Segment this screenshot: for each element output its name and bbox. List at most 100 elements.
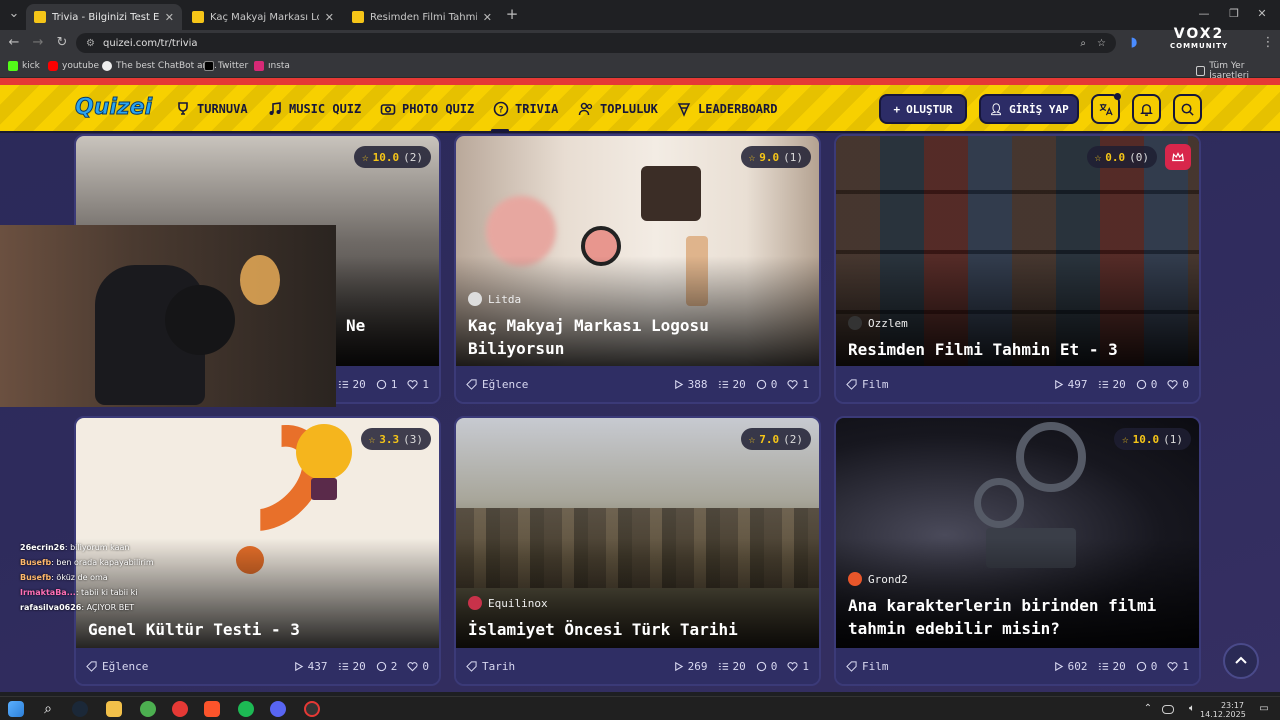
site-info-icon[interactable]: ⚙: [86, 38, 95, 49]
notification-center-icon[interactable]: ▭: [1256, 701, 1272, 717]
zoom-icon[interactable]: ⌕: [1080, 38, 1086, 49]
comment-icon: [1136, 661, 1146, 671]
chrome-icon[interactable]: [140, 701, 156, 717]
chat-user: rafasilva0626: [20, 603, 82, 612]
overlay-brand-sub: COMMUNITY: [1170, 42, 1229, 50]
volume-icon[interactable]: 🔈︎: [1184, 701, 1200, 717]
nav-turnuva[interactable]: TURNUVA: [175, 101, 248, 117]
quiz-title[interactable]: Ana karakterlerin birinden filmi tahmin …: [848, 594, 1188, 640]
author[interactable]: Litda: [468, 292, 521, 306]
forward-icon[interactable]: →: [30, 35, 46, 51]
login-button[interactable]: 👤︎ GİRİŞ YAP: [979, 94, 1079, 124]
network-icon[interactable]: [1162, 705, 1174, 714]
rating-badge: ☆ 0.0 (0): [1086, 146, 1157, 168]
comments-stat: 0: [756, 378, 777, 391]
author[interactable]: Grond2: [848, 572, 908, 586]
quiz-title[interactable]: İslamiyet Öncesi Türk Tarihi: [468, 618, 808, 641]
author[interactable]: Equilinox: [468, 596, 548, 610]
quiz-title[interactable]: Kaç Makyaj Markası Logosu Biliyorsun: [468, 314, 808, 360]
file-explorer-icon[interactable]: [106, 701, 122, 717]
search-icon[interactable]: ⌕: [40, 701, 56, 717]
tab-makyaj[interactable]: Kaç Makyaj Markası Logosu Bili ✕: [184, 4, 342, 30]
questions-count: 20: [1112, 659, 1126, 673]
bookmark-twitter[interactable]: Twitter: [204, 61, 248, 71]
category[interactable]: Eğlence: [86, 660, 283, 673]
category[interactable]: Film: [846, 378, 1043, 391]
nav-leaderboard[interactable]: LEADERBOARD: [676, 101, 777, 117]
extension-icon[interactable]: ◗: [1126, 35, 1142, 51]
quiz-card[interactable]: ☆ 9.0 (1) Litda Kaç Makyaj Markası Logosu …: [454, 134, 821, 404]
quiz-title[interactable]: Genel Kültür Testi - 3: [88, 618, 428, 641]
quiz-card[interactable]: ☆ 7.0 (2) Equilinox İslamiyet Öncesi Türk …: [454, 416, 821, 686]
author[interactable]: Ozzlem: [848, 316, 908, 330]
bookmarks-bar: kick youtube The best ChatBot an... Twit…: [0, 56, 1280, 81]
comments-count: 0: [1150, 659, 1158, 673]
plays-stat: 602: [1053, 660, 1088, 673]
minimize-icon[interactable]: —: [1196, 6, 1212, 22]
nav-topluluk[interactable]: TOPLULUK: [578, 101, 658, 117]
bookmark-star-icon[interactable]: ☆: [1097, 38, 1106, 49]
rating-value: 3.3: [379, 432, 400, 446]
nav-label: TRIVIA: [515, 102, 559, 116]
spotify-icon[interactable]: [238, 701, 254, 717]
close-icon[interactable]: ✕: [165, 11, 174, 24]
tab-search-icon[interactable]: ⌄: [6, 6, 22, 22]
create-button[interactable]: + OLUŞTUR: [879, 94, 967, 124]
nav-trivia[interactable]: ? TRIVIA: [493, 101, 558, 117]
rating-count: (2): [783, 432, 803, 446]
notifications-button[interactable]: [1132, 94, 1161, 124]
quiz-card[interactable]: ☆ 10.0 (1) Grond2 Ana karakterlerin birind…: [834, 416, 1201, 686]
bulb-shape: [296, 424, 352, 480]
search-button[interactable]: [1173, 94, 1202, 124]
tab-resimden[interactable]: Resimden Filmi Tahmin Et - 3 - ✕: [344, 4, 500, 30]
stream-chat: 26ecrin26: biliyorum kaan Busefb: ben or…: [20, 540, 154, 615]
windows-start-icon[interactable]: [8, 701, 24, 717]
bookmark-kick[interactable]: kick: [8, 61, 40, 71]
category[interactable]: Film: [846, 660, 1043, 673]
brave-icon[interactable]: [204, 701, 220, 717]
bulb-base-shape: [311, 478, 337, 500]
comments-stat: 0: [1136, 378, 1157, 391]
clock[interactable]: 23:17 14.12.2025: [1200, 701, 1246, 719]
menu-icon[interactable]: ⋮: [1260, 35, 1276, 51]
quiz-title[interactable]: Ne: [346, 314, 436, 337]
questions-stat: 20: [718, 660, 746, 673]
chat-message: Busefb: ben orada kapayabilirim: [20, 555, 154, 570]
new-tab-icon[interactable]: +: [504, 6, 520, 22]
nav-photo-quiz[interactable]: PHOTO QUIZ: [380, 101, 474, 117]
steam-icon[interactable]: [72, 701, 88, 717]
category[interactable]: Tarih: [466, 660, 663, 673]
scroll-to-top-button[interactable]: [1223, 643, 1259, 679]
close-icon[interactable]: ✕: [325, 11, 334, 24]
language-button[interactable]: [1091, 93, 1121, 124]
award-icon: [677, 103, 691, 117]
likes-stat: 1: [787, 660, 809, 673]
window-close-icon[interactable]: ✕: [1254, 6, 1270, 22]
nav-music-quiz[interactable]: MUSIC QUIZ: [267, 101, 361, 117]
back-icon[interactable]: ←: [6, 35, 22, 51]
media-player-icon[interactable]: [172, 701, 188, 717]
screen: ⌄ Trivia - Bilginizi Test Edin - Quiz ✕ …: [0, 0, 1280, 720]
discord-icon[interactable]: [270, 701, 286, 717]
site-logo[interactable]: Quizei: [74, 95, 152, 121]
reload-icon[interactable]: ↻: [54, 35, 70, 51]
url-bar[interactable]: ⚙ quizei.com/tr/trivia ⌕ ☆: [76, 33, 1116, 53]
quiz-card[interactable]: ☆ 0.0 (0) Ozzlem Resimden Filmi Tahmin Et …: [834, 134, 1201, 404]
maximize-icon[interactable]: ❐: [1226, 6, 1242, 22]
close-icon[interactable]: ✕: [483, 11, 492, 24]
card-footer: Eğlence 437 20 2 0: [76, 648, 439, 684]
bookmark-chatbot[interactable]: The best ChatBot an...: [102, 61, 217, 71]
address-toolbar: ← → ↻ ⚙ quizei.com/tr/trivia ⌕ ☆ ◗ ⋮: [0, 30, 1280, 56]
tray-chevron-icon[interactable]: ⌃: [1140, 701, 1156, 717]
quiz-title[interactable]: Resimden Filmi Tahmin Et - 3: [848, 338, 1188, 361]
camera-icon: [380, 104, 396, 115]
tab-trivia[interactable]: Trivia - Bilginizi Test Edin - Quiz ✕: [26, 4, 182, 30]
chat-text: : biliyorum kaan: [64, 543, 130, 552]
bookmark-insta[interactable]: ınsta: [254, 61, 290, 71]
bookmark-youtube[interactable]: youtube: [48, 61, 99, 71]
likes-stat: 1: [787, 378, 809, 391]
nav-label: TOPLULUK: [600, 102, 658, 116]
rating-count: (2): [403, 150, 423, 164]
category[interactable]: Eğlence: [466, 378, 663, 391]
obs-icon[interactable]: [304, 701, 320, 717]
